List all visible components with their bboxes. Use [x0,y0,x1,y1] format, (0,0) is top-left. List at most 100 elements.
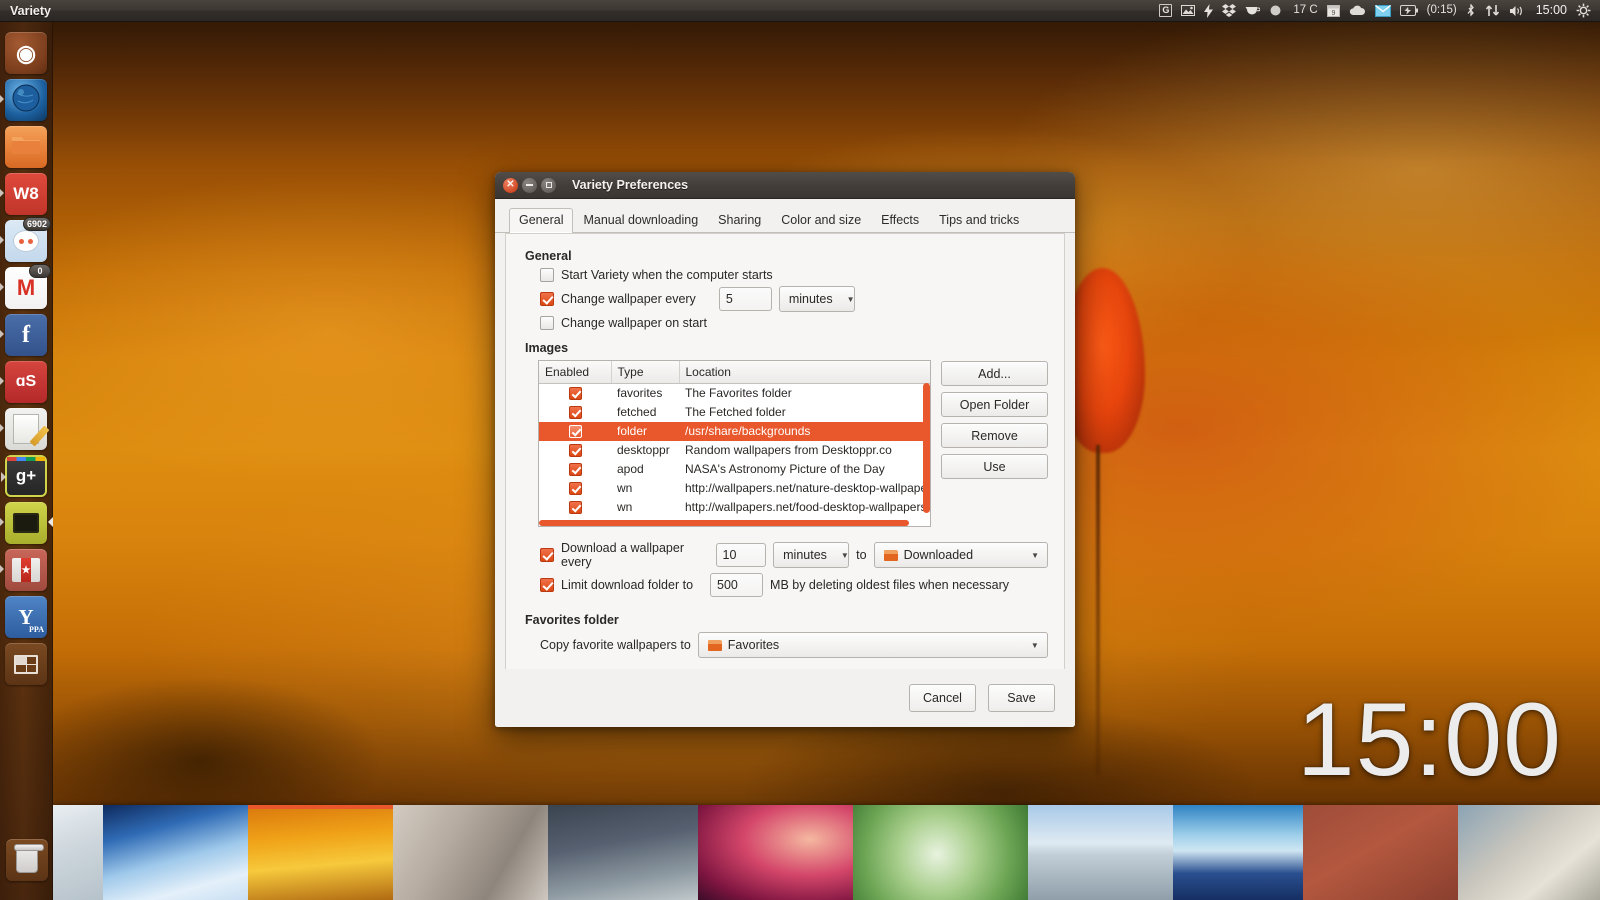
thumb-lake-reflect[interactable] [1028,805,1173,900]
thumb-frozen-field[interactable] [548,805,698,900]
row-enabled-checkbox[interactable] [569,425,582,438]
volume-icon[interactable] [1509,5,1525,17]
column-header-type[interactable]: Type [611,361,679,384]
row-enabled-cell[interactable] [539,441,611,460]
download-every-value-input[interactable]: 10 [716,543,767,567]
launcher-item-lastfm[interactable]: ɑS [5,361,47,403]
bluetooth-icon[interactable] [1466,4,1476,18]
panel-app-title[interactable]: Variety [10,4,51,18]
change-every-unit-combo[interactable]: minutes ▼ [779,286,855,312]
tab-color-and-size[interactable]: Color and size [771,208,871,233]
row-enabled-checkbox[interactable] [569,463,582,476]
gear-session-icon[interactable] [1576,3,1591,18]
row-enabled-cell[interactable] [539,384,611,403]
row-enabled-cell[interactable] [539,479,611,498]
minimize-icon[interactable] [522,178,537,193]
column-header-location[interactable]: Location [679,361,930,384]
weather-indicator-icon[interactable] [1269,4,1282,17]
start-on-boot-checkbox[interactable] [540,268,554,282]
battery-time-label[interactable]: (0:15) [1427,5,1457,17]
thumb-clouds-rays[interactable] [103,805,248,900]
download-folder-combo[interactable]: Downloaded ▼ [874,542,1048,568]
table-row[interactable]: favoritesThe Favorites folder [539,384,930,403]
row-enabled-checkbox[interactable] [569,501,582,514]
use-button[interactable]: Use [941,454,1048,479]
change-every-value-input[interactable]: 5 [719,287,772,311]
power-bolt-icon[interactable] [1204,4,1213,18]
tab-tips-and-tricks[interactable]: Tips and tricks [929,208,1029,233]
thumb-frost-plant[interactable] [53,805,103,900]
cancel-button[interactable]: Cancel [909,684,976,712]
launcher-item-trash[interactable] [6,839,48,881]
row-enabled-cell[interactable] [539,498,611,517]
images-table-vertical-scrollbar[interactable] [923,383,930,513]
temperature-label[interactable]: 17 C [1291,5,1317,17]
save-button[interactable]: Save [988,684,1055,712]
limit-folder-value-input[interactable]: 500 [710,573,763,597]
thumb-roof-tiles[interactable] [393,805,548,900]
table-row[interactable]: wnhttp://wallpapers.net/nature-desktop-w… [539,479,930,498]
row-enabled-checkbox[interactable] [569,387,582,400]
mail-icon[interactable] [1375,5,1391,17]
thumb-poppy-sunset[interactable] [248,805,393,900]
maximize-icon[interactable] [541,178,556,193]
launcher-item-w8[interactable]: W8 [5,173,47,215]
launcher-item-reddit[interactable]: 6902 [5,220,47,262]
row-enabled-cell[interactable] [539,403,611,422]
dropbox-indicator-icon[interactable] [1222,4,1236,17]
launcher-item-firefox[interactable] [5,79,47,121]
thumb-red-gradient[interactable] [698,805,853,900]
table-row[interactable]: fetchedThe Fetched folder [539,403,930,422]
launcher-item-yppa[interactable]: Y PPA [5,596,47,638]
dialog-titlebar[interactable]: ✕ Variety Preferences [495,172,1075,199]
thumb-bud-branch[interactable] [1303,805,1458,900]
launcher-item-pocket[interactable]: ★ [5,549,47,591]
thumb-stones[interactable] [1458,805,1600,900]
launcher-item-ubuntu-dash[interactable]: ◉ [5,32,47,74]
change-every-checkbox[interactable] [540,292,554,306]
thumb-succulent[interactable] [853,805,1028,900]
start-on-boot-row[interactable]: Start Variety when the computer starts [540,268,1048,282]
row-enabled-checkbox[interactable] [569,444,582,457]
launcher-item-workspace-switcher[interactable] [5,643,47,685]
download-every-checkbox[interactable] [540,548,554,562]
limit-folder-checkbox[interactable] [540,578,554,592]
image-indicator-icon[interactable] [1181,5,1195,16]
table-row[interactable]: desktopprRandom wallpapers from Desktopp… [539,441,930,460]
launcher-item-variety[interactable] [5,502,47,544]
row-enabled-cell[interactable] [539,422,611,441]
tab-manual-downloading[interactable]: Manual downloading [573,208,708,233]
tab-effects[interactable]: Effects [871,208,929,233]
cloud-indicator-icon[interactable] [1349,5,1366,16]
table-row[interactable]: folder/usr/share/backgrounds [539,422,930,441]
favorites-folder-combo[interactable]: Favorites ▼ [698,632,1048,658]
close-icon[interactable]: ✕ [503,178,518,193]
google-indicator-icon[interactable]: G [1159,4,1172,17]
row-enabled-checkbox[interactable] [569,406,582,419]
images-table-container[interactable]: Enabled Type Location favoritesThe Favor… [538,360,931,527]
network-updown-icon[interactable] [1485,4,1500,17]
row-enabled-cell[interactable] [539,460,611,479]
thumb-blue-mountains[interactable] [1173,805,1303,900]
table-row[interactable]: apodNASA's Astronomy Picture of the Day [539,460,930,479]
panel-clock[interactable]: 15:00 [1534,4,1567,17]
tab-sharing[interactable]: Sharing [708,208,771,233]
download-every-unit-combo[interactable]: minutes ▼ [773,542,849,568]
calendar-icon[interactable]: 9 [1327,4,1340,17]
launcher-item-gmail[interactable]: M 0 [5,267,47,309]
launcher-item-facebook[interactable]: f [5,314,47,356]
launcher-item-google-plus[interactable]: g+ [5,455,47,497]
column-header-enabled[interactable]: Enabled [539,361,611,384]
remove-button[interactable]: Remove [941,423,1048,448]
battery-icon[interactable] [1400,5,1418,16]
open-folder-button[interactable]: Open Folder [941,392,1048,417]
add-button[interactable]: Add... [941,361,1048,386]
row-enabled-checkbox[interactable] [569,482,582,495]
tab-general[interactable]: General [509,208,573,233]
change-on-start-checkbox[interactable] [540,316,554,330]
launcher-item-notes[interactable] [5,408,47,450]
cup-indicator-icon[interactable] [1245,6,1260,16]
images-table-horizontal-scrollbar[interactable] [539,520,909,526]
launcher-item-files[interactable] [5,126,47,168]
change-on-start-row[interactable]: Change wallpaper on start [540,316,1048,330]
